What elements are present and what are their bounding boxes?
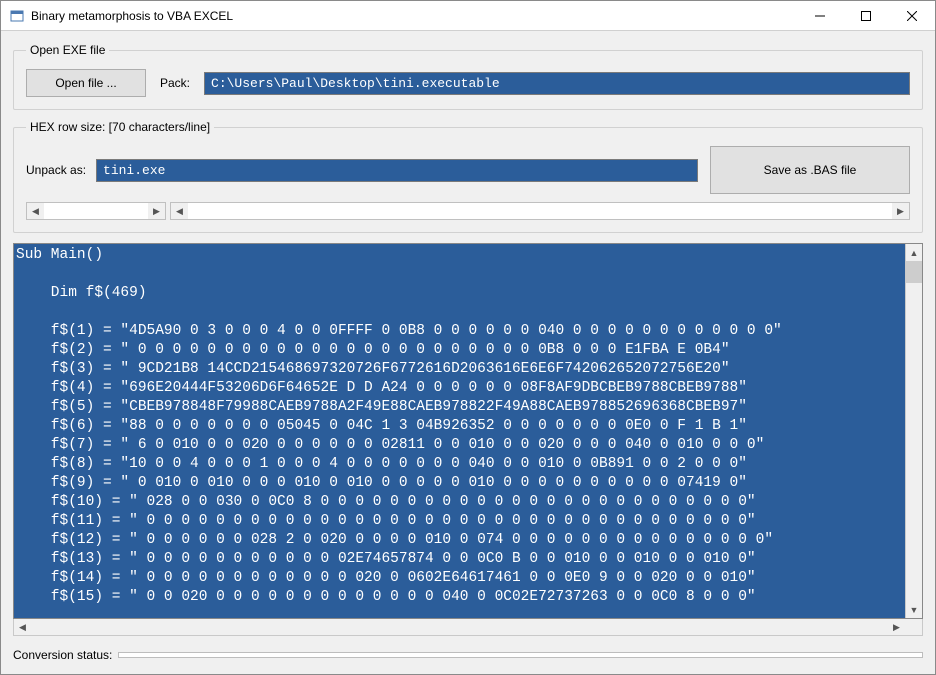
vertical-scrollbar[interactable]: ▲ ▼ xyxy=(905,244,922,618)
horizontal-scrollbar[interactable]: ◀ ▶ xyxy=(13,619,923,636)
scroll-track[interactable] xyxy=(44,203,148,219)
hex-scroll-small[interactable]: ◀ ▶ xyxy=(26,202,166,220)
scroll-right-icon[interactable]: ▶ xyxy=(148,203,165,219)
unpack-field[interactable]: tini.exe xyxy=(96,159,698,182)
status-label: Conversion status: xyxy=(13,648,112,662)
scroll-track[interactable] xyxy=(188,203,892,219)
pack-path-field[interactable]: C:\Users\Paul\Desktop\tini.executable xyxy=(204,72,910,95)
scroll-track[interactable] xyxy=(906,261,922,601)
close-button[interactable] xyxy=(889,1,935,30)
hex-top-row: Unpack as: tini.exe Save as .BAS file xyxy=(26,146,910,194)
scroll-down-icon[interactable]: ▼ xyxy=(906,601,922,618)
open-exe-group: Open EXE file Open file ... Pack: C:\Use… xyxy=(13,43,923,110)
code-area: Sub Main() Dim f$(469) f$(1) = "4D5A90 0… xyxy=(13,243,923,636)
hex-scroll-large[interactable]: ◀ ▶ xyxy=(170,202,910,220)
scroll-corner xyxy=(905,619,922,635)
pack-label: Pack: xyxy=(160,76,190,90)
client-area: Open EXE file Open file ... Pack: C:\Use… xyxy=(1,31,935,674)
scroll-thumb[interactable] xyxy=(906,261,922,283)
hex-legend: HEX row size: [70 characters/line] xyxy=(26,120,214,134)
hex-scroll-row: ◀ ▶ ◀ ▶ xyxy=(26,202,910,220)
open-exe-legend: Open EXE file xyxy=(26,43,109,57)
save-bas-button[interactable]: Save as .BAS file xyxy=(710,146,910,194)
scroll-track[interactable] xyxy=(31,619,888,635)
unpack-group: Unpack as: tini.exe xyxy=(26,159,698,182)
unpack-label: Unpack as: xyxy=(26,163,86,177)
window-title: Binary metamorphosis to VBA EXCEL xyxy=(31,9,797,23)
code-text[interactable]: Sub Main() Dim f$(469) f$(1) = "4D5A90 0… xyxy=(14,244,905,618)
open-row: Open file ... Pack: C:\Users\Paul\Deskto… xyxy=(26,69,910,97)
scroll-right-icon[interactable]: ▶ xyxy=(892,203,909,219)
minimize-button[interactable] xyxy=(797,1,843,30)
scroll-left-icon[interactable]: ◀ xyxy=(171,203,188,219)
open-file-button[interactable]: Open file ... xyxy=(26,69,146,97)
code-box: Sub Main() Dim f$(469) f$(1) = "4D5A90 0… xyxy=(13,243,923,619)
status-row: Conversion status: xyxy=(13,646,923,662)
app-window: Binary metamorphosis to VBA EXCEL Open E… xyxy=(0,0,936,675)
scroll-left-icon[interactable]: ◀ xyxy=(14,619,31,635)
hex-group: HEX row size: [70 characters/line] Unpac… xyxy=(13,120,923,233)
app-icon xyxy=(9,8,25,24)
maximize-button[interactable] xyxy=(843,1,889,30)
scroll-up-icon[interactable]: ▲ xyxy=(906,244,922,261)
status-progress xyxy=(118,652,923,658)
titlebar: Binary metamorphosis to VBA EXCEL xyxy=(1,1,935,31)
scroll-left-icon[interactable]: ◀ xyxy=(27,203,44,219)
scroll-right-icon[interactable]: ▶ xyxy=(888,619,905,635)
window-controls xyxy=(797,1,935,30)
